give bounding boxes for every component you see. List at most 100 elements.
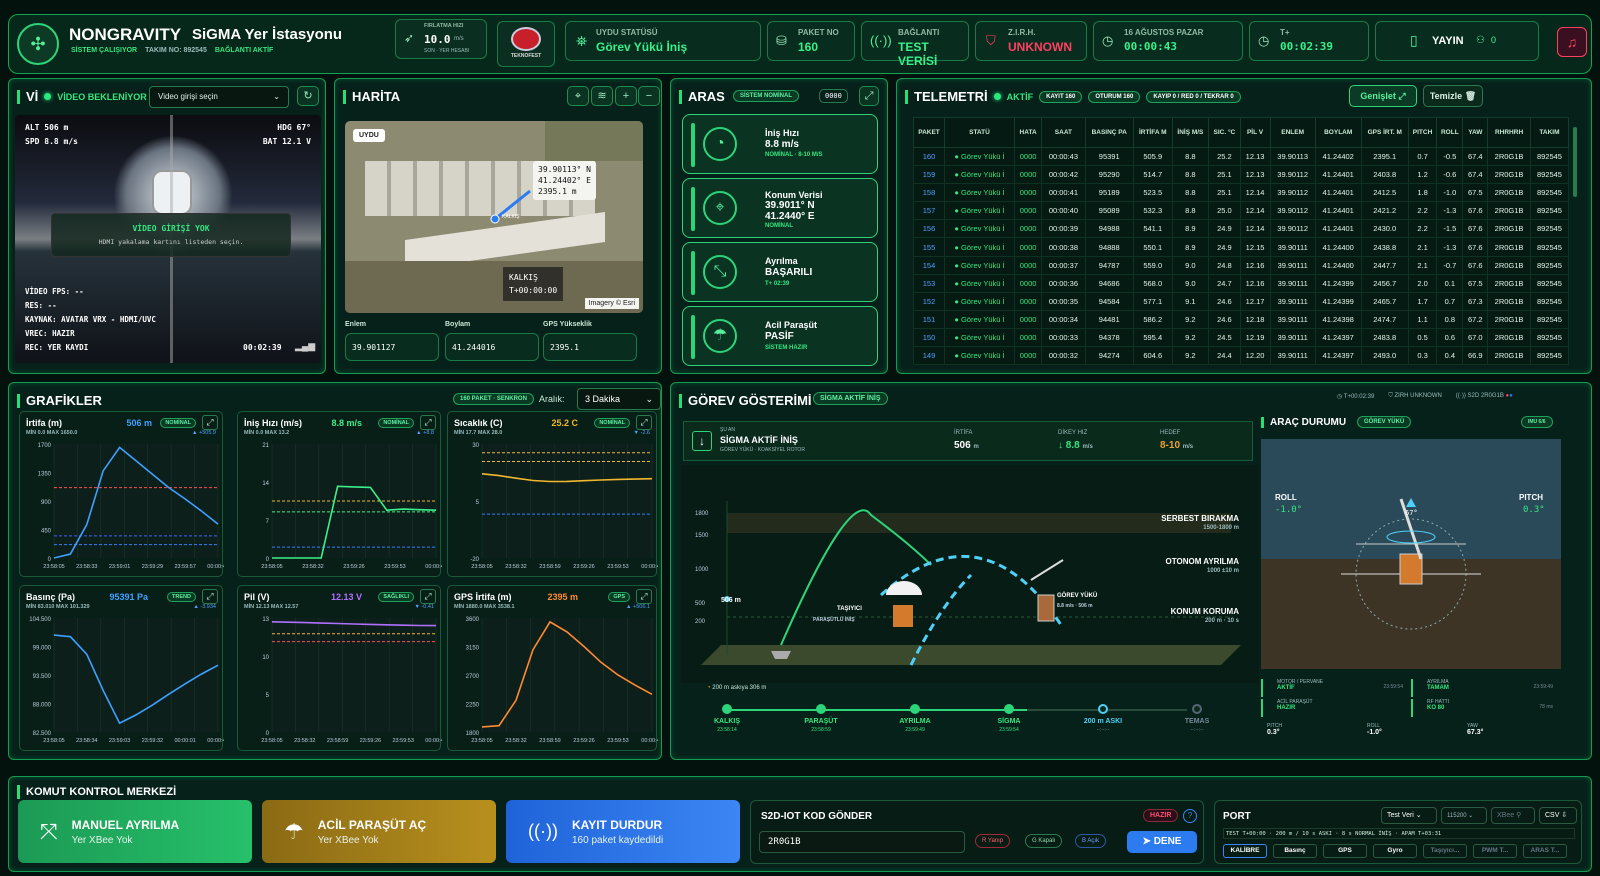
zoom-out-button[interactable]: −: [638, 86, 660, 106]
video-panel: Vİ VİDEO BEKLENİYOR Video girişi seçin ⌄ ↻…: [8, 78, 326, 374]
port-command-button[interactable]: PWM T...: [1473, 844, 1517, 858]
col-header[interactable]: TAKIM: [1529, 117, 1569, 148]
range-select[interactable]: 3 Dakika ⌄: [577, 388, 661, 410]
table-cell: 00:00:39: [1041, 219, 1086, 239]
port-command-button[interactable]: ARAS T...: [1523, 844, 1567, 858]
table-cell: 2447.7: [1360, 255, 1409, 275]
col-header[interactable]: PAKET: [913, 117, 946, 148]
locate-button[interactable]: ⌖: [567, 86, 589, 106]
csv-export-button[interactable]: CSV ⇩: [1539, 807, 1577, 824]
table-row[interactable]: 156 ● Görev Yükü İ 0000 00:00:39 94988 541.1 8…: [913, 219, 1569, 239]
x-tick-label: 23:58:32: [302, 564, 323, 570]
table-row[interactable]: 151 ● Görev Yükü İ 0000 00:00:34 94481 586.2 9…: [913, 309, 1569, 329]
table-cell: 532.3: [1132, 201, 1173, 221]
port-command-button[interactable]: Taşıyıcı...: [1423, 844, 1467, 858]
col-header[interactable]: SAAT: [1041, 117, 1086, 148]
port-command-button[interactable]: GPS: [1323, 844, 1367, 858]
x-tick-label: 23:58:05: [471, 564, 492, 570]
table-row[interactable]: 158 ● Görev Yükü İ 0000 00:00:41 95189 523.5 8…: [913, 183, 1569, 203]
help-icon[interactable]: ?: [1183, 809, 1197, 823]
send-button[interactable]: ➤ DENE: [1127, 831, 1197, 853]
signal-icon: ((·)): [870, 33, 892, 48]
expand-graph-button[interactable]: ⤢: [420, 589, 436, 604]
graph-title: İrtifa (m): [26, 418, 62, 428]
table-cell: 25.1: [1208, 183, 1241, 203]
y-tick-label: 7: [266, 519, 270, 525]
table-row[interactable]: 159 ● Görev Yükü İ 0000 00:00:42 95290 514.7 8…: [913, 165, 1569, 185]
table-cell: 2R0G1B: [1487, 219, 1531, 239]
expand-icon: ⤢: [206, 417, 214, 427]
expand-button[interactable]: ⤢: [859, 86, 879, 106]
table-row[interactable]: 153 ● Görev Yükü İ 0000 00:00:36 94686 568.0 9…: [913, 273, 1569, 293]
timeline-step: SİGMA 23:59:54: [979, 704, 1039, 733]
s2d-code-input[interactable]: 2R0G1B: [759, 831, 965, 853]
table-row[interactable]: 155 ● Görev Yükü İ 0000 00:00:38 94888 550.1 8…: [913, 237, 1569, 257]
table-row[interactable]: 152 ● Görev Yükü İ 0000 00:00:35 94584 577.1 9…: [913, 291, 1569, 311]
graph-card: Basınç (Pa) 95391 Pa TREND MİN 83.010 MA…: [19, 585, 224, 751]
col-header[interactable]: GPS İRT. M: [1360, 117, 1409, 148]
table-cell: ● Görev Yükü İ: [944, 183, 1015, 203]
table-row[interactable]: 150 ● Görev Yükü İ 0000 00:00:33 94378 595.4 9…: [913, 327, 1569, 348]
col-header[interactable]: RHRHRH: [1487, 117, 1531, 148]
table-cell: 94686: [1084, 273, 1134, 293]
table-cell: 12.13: [1239, 165, 1271, 185]
scene-label: GÖREV YÜKÜ: [1057, 593, 1098, 599]
manual-separation-button[interactable]: ⤧ MANUEL AYRILMA Yer XBee Yok: [18, 800, 252, 863]
clear-telemetry-button[interactable]: Temizle 🗑: [1423, 85, 1483, 107]
layers-button[interactable]: ≋: [591, 86, 613, 106]
notification-button[interactable]: ♫: [1557, 27, 1587, 57]
col-header[interactable]: ROLL: [1436, 117, 1464, 148]
expand-graph-button[interactable]: ⤢: [636, 589, 652, 604]
col-header[interactable]: BOYLAM: [1314, 117, 1362, 148]
table-row[interactable]: 154 ● Görev Yükü İ 0000 00:00:37 94787 559.0 9…: [913, 255, 1569, 275]
red-toggle[interactable]: R Yanıp: [975, 834, 1011, 848]
col-header[interactable]: YAW: [1462, 117, 1489, 148]
col-header[interactable]: STATÜ: [944, 117, 1015, 148]
video-source-select[interactable]: Video girişi seçin ⌄: [149, 86, 289, 108]
broadcast-button[interactable]: ▯ YAYIN ⚇ 0: [1375, 21, 1539, 61]
table-cell: 2.1: [1407, 255, 1438, 275]
col-header[interactable]: İRTİFA M: [1132, 117, 1173, 148]
col-header[interactable]: SIC. °C: [1208, 117, 1241, 148]
table-row[interactable]: 149 ● Görev Yükü İ 0000 00:00:32 94274 604.6 9…: [913, 346, 1569, 365]
timeline-step: KALKIŞ 23:58:14: [697, 704, 757, 733]
expand-graph-button[interactable]: ⤢: [420, 415, 436, 430]
zoom-in-button[interactable]: +: [615, 86, 637, 106]
graph-badge: GPS: [608, 592, 630, 602]
expand-graph-button[interactable]: ⤢: [636, 415, 652, 430]
port-mode-select[interactable]: Test Veri ⌄: [1381, 807, 1437, 824]
expand-graph-button[interactable]: ⤢: [202, 589, 218, 604]
col-header[interactable]: ENLEM: [1269, 117, 1316, 148]
green-toggle[interactable]: G Kapalı: [1025, 834, 1063, 848]
table-row[interactable]: 157 ● Görev Yükü İ 0000 00:00:40 95089 532.3 8…: [913, 201, 1569, 221]
emergency-parachute-button[interactable]: ☂ ACİL PARAŞÜT AÇ Yer XBee Yok: [262, 800, 496, 863]
table-cell: 67.6: [1462, 237, 1489, 257]
table-cell: 12.16: [1239, 255, 1271, 275]
y-tick-label: -20: [470, 557, 479, 563]
table-cell: 0.7: [1436, 291, 1464, 311]
col-header[interactable]: PİL V: [1239, 117, 1271, 148]
table-cell: 8.8: [1171, 201, 1210, 221]
blue-toggle[interactable]: B Açık: [1075, 834, 1107, 848]
col-header[interactable]: PITCH: [1407, 117, 1438, 148]
satellite-map[interactable]: UYDU 39.90113° N 41.24402° E 2395.1 m KALK…: [345, 121, 643, 313]
col-header[interactable]: BASINÇ PA: [1084, 117, 1134, 148]
table-cell: 41.24401: [1314, 183, 1362, 203]
col-header[interactable]: HATA: [1013, 117, 1043, 148]
baud-select[interactable]: 115200 ⌄: [1441, 807, 1487, 824]
table-row[interactable]: 160 ● Görev Yükü İ 0000 00:00:43 95391 505.9 8…: [913, 146, 1569, 167]
port-command-button[interactable]: KALİBRE: [1223, 844, 1267, 858]
port-command-button[interactable]: Basınç: [1273, 844, 1317, 858]
expand-icon: ⤢: [206, 591, 214, 601]
port-command-button[interactable]: Gyro: [1373, 844, 1417, 858]
table-cell: 95189: [1084, 183, 1134, 203]
stop-recording-button[interactable]: ((·)) KAYIT DURDUR 160 paket kaydedildi: [506, 800, 740, 863]
xbee-button[interactable]: XBee ⚲: [1491, 807, 1535, 824]
port-log: TEST T+00:00 · 200 m / 10 s ASKI · 8 s N…: [1223, 828, 1575, 839]
expand-telemetry-button[interactable]: Genişlet ⤢: [1349, 85, 1417, 107]
refresh-button[interactable]: ↻: [297, 86, 319, 106]
table-scrollbar[interactable]: [1573, 127, 1577, 197]
expand-graph-button[interactable]: ⤢: [202, 415, 218, 430]
timeline-step: AYRILMA 23:59:49: [885, 704, 945, 733]
col-header[interactable]: İNİŞ M/S: [1171, 117, 1210, 148]
